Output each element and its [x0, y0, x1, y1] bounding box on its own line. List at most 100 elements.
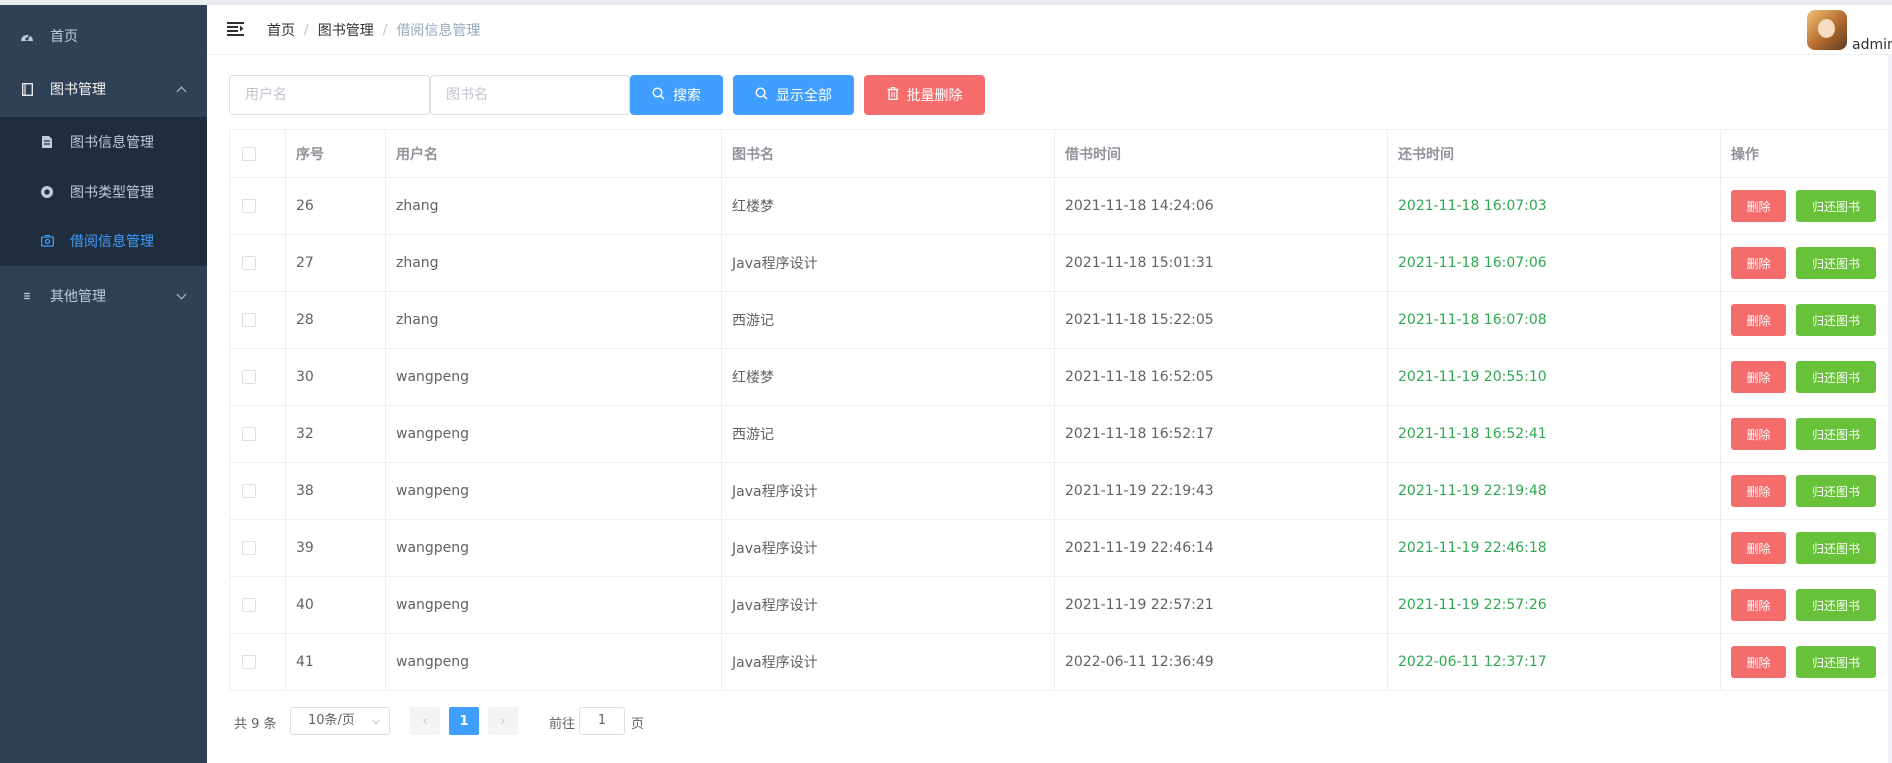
next-page-button[interactable]: › [488, 707, 518, 735]
return-book-button[interactable]: 归还图书 [1796, 646, 1876, 678]
table-row: 38 wangpeng Java程序设计 2021-11-19 22:19:43 202… [230, 463, 1892, 520]
row-checkbox[interactable] [242, 256, 256, 270]
header-bookname[interactable]: 图书名 [722, 130, 1055, 177]
cell-return-time: 2022-06-11 12:37:17 [1388, 634, 1721, 690]
return-book-button[interactable]: 归还图书 [1796, 304, 1876, 336]
cell-borrow-time: 2021-11-18 15:01:31 [1055, 235, 1388, 291]
cell-bookname: Java程序设计 [722, 634, 1055, 690]
header-operations: 操作 [1731, 146, 1759, 163]
return-book-button[interactable]: 归还图书 [1796, 247, 1876, 279]
breadcrumb-book-management[interactable]: 图书管理 [318, 20, 374, 40]
search-button[interactable]: 搜索 [630, 75, 723, 115]
delete-button[interactable]: 删除 [1731, 304, 1786, 336]
borrow-table: 序号 用户名 图书名 借书时间 还书时间 操作 26 zhang 红楼梦 2021-1… [229, 129, 1892, 691]
table-header-row: 序号 用户名 图书名 借书时间 还书时间 操作 [230, 130, 1892, 178]
header-return-time[interactable]: 还书时间 [1388, 130, 1721, 177]
row-checkbox[interactable] [242, 199, 256, 213]
cell-return-time: 2021-11-18 16:52:41 [1388, 406, 1721, 462]
row-checkbox[interactable] [242, 370, 256, 384]
cell-username: zhang [386, 178, 722, 234]
cell-operations: 删除 归还图书 [1721, 520, 1892, 576]
breadcrumb-separator: / [304, 22, 309, 38]
sidebar-item-label: 其他管理 [50, 289, 106, 305]
sidebar-item-book-type[interactable]: 图书类型管理 [0, 167, 207, 217]
row-checkbox[interactable] [242, 484, 256, 498]
sidebar-item-home[interactable]: 首页 [0, 10, 207, 62]
cell-bookname: 西游记 [722, 406, 1055, 462]
cell-operations: 删除 归还图书 [1721, 178, 1892, 234]
cell-return-time: 2021-11-19 22:19:48 [1388, 463, 1721, 519]
return-book-button[interactable]: 归还图书 [1796, 475, 1876, 507]
chevron-down-icon [371, 715, 381, 725]
sidebar-item-label: 借阅信息管理 [70, 234, 154, 250]
cell-borrow-time: 2021-11-19 22:19:43 [1055, 463, 1388, 519]
delete-button[interactable]: 删除 [1731, 475, 1786, 507]
cell-id: 26 [286, 178, 386, 234]
cell-bookname: 西游记 [722, 292, 1055, 348]
row-checkbox[interactable] [242, 427, 256, 441]
show-all-button[interactable]: 显示全部 [733, 75, 854, 115]
delete-button[interactable]: 删除 [1731, 589, 1786, 621]
cell-operations: 删除 归还图书 [1721, 349, 1892, 405]
breadcrumb-home[interactable]: 首页 [267, 20, 295, 40]
header-username[interactable]: 用户名 [386, 130, 722, 177]
prev-page-button[interactable]: ‹ [410, 707, 440, 735]
batch-delete-button[interactable]: 批量删除 [864, 75, 985, 115]
username-label[interactable]: admin [1852, 37, 1892, 53]
delete-button[interactable]: 删除 [1731, 247, 1786, 279]
sidebar-item-book-info[interactable]: 图书信息管理 [0, 117, 207, 167]
page-number-button[interactable]: 1 [449, 707, 479, 735]
chevron-down-icon [176, 289, 187, 300]
row-checkbox[interactable] [242, 655, 256, 669]
goto-page-input[interactable]: 1 [579, 707, 625, 735]
sidebar-item-other[interactable]: 其他管理 [0, 270, 207, 322]
hamburger-icon[interactable] [227, 21, 244, 37]
cell-return-time: 2021-11-19 22:57:26 [1388, 577, 1721, 633]
sidebar-item-book-management[interactable]: 图书管理 [0, 63, 207, 115]
table-row: 40 wangpeng Java程序设计 2021-11-19 22:57:21 202… [230, 577, 1892, 634]
cell-operations: 删除 归还图书 [1721, 577, 1892, 633]
breadcrumb-separator: / [382, 22, 388, 38]
header-id[interactable]: 序号 [286, 130, 386, 177]
cell-borrow-time: 2021-11-19 22:57:21 [1055, 577, 1388, 633]
avatar[interactable] [1807, 10, 1847, 50]
cell-username: zhang [386, 235, 722, 291]
row-checkbox[interactable] [242, 598, 256, 612]
cell-return-time: 2021-11-18 16:07:03 [1388, 178, 1721, 234]
chevron-left-icon: ‹ [422, 713, 428, 729]
page-size-select[interactable]: 10条/页 [290, 707, 390, 735]
sidebar-item-borrow-info[interactable]: 借阅信息管理 [0, 216, 207, 266]
breadcrumb-current: 借阅信息管理 [396, 23, 481, 39]
cell-id: 39 [286, 520, 386, 576]
sidebar-item-label: 图书信息管理 [70, 135, 154, 151]
scrollbar[interactable] [1888, 55, 1892, 763]
cell-borrow-time: 2021-11-18 14:24:06 [1055, 178, 1388, 234]
delete-button[interactable]: 删除 [1731, 190, 1786, 222]
row-checkbox[interactable] [242, 313, 256, 327]
cell-borrow-time: 2021-11-18 16:52:05 [1055, 349, 1388, 405]
cell-bookname: Java程序设计 [722, 577, 1055, 633]
return-book-button[interactable]: 归还图书 [1796, 589, 1876, 621]
cell-operations: 删除 归还图书 [1721, 292, 1892, 348]
row-select [230, 292, 286, 348]
delete-button[interactable]: 删除 [1731, 418, 1786, 450]
cell-return-time: 2021-11-18 16:07:06 [1388, 235, 1721, 291]
row-select [230, 577, 286, 633]
row-select [230, 406, 286, 462]
bookname-search-input[interactable]: 图书名 [430, 75, 630, 115]
search-button-label: 搜索 [673, 88, 701, 104]
return-book-button[interactable]: 归还图书 [1796, 418, 1876, 450]
delete-button[interactable]: 删除 [1731, 646, 1786, 678]
page-unit-label: 页 [631, 717, 645, 732]
delete-button[interactable]: 删除 [1731, 532, 1786, 564]
row-select [230, 463, 286, 519]
select-all-checkbox[interactable] [242, 146, 256, 161]
username-search-input[interactable]: 用户名 [229, 75, 430, 115]
delete-button[interactable]: 删除 [1731, 361, 1786, 393]
return-book-button[interactable]: 归还图书 [1796, 532, 1876, 564]
return-book-button[interactable]: 归还图书 [1796, 190, 1876, 222]
row-checkbox[interactable] [242, 541, 256, 555]
header-borrow-time[interactable]: 借书时间 [1055, 130, 1388, 177]
cell-bookname: Java程序设计 [722, 520, 1055, 576]
return-book-button[interactable]: 归还图书 [1796, 361, 1876, 393]
